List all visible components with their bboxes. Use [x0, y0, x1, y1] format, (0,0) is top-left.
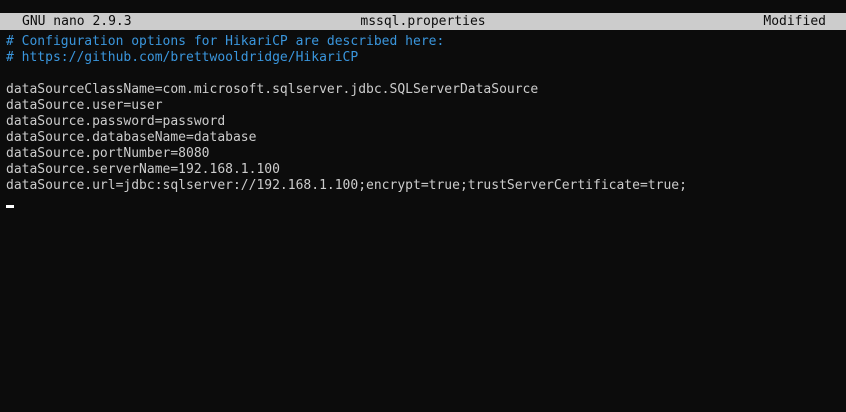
editor-line[interactable]: dataSource.databaseName=database [6, 130, 846, 146]
editor-line-comment[interactable]: # Configuration options for HikariCP are… [6, 34, 846, 50]
filename: mssql.properties [360, 14, 486, 29]
editor-line[interactable]: dataSource.serverName=192.168.1.100 [6, 162, 846, 178]
nano-title-bar: GNU nano 2.9.3 mssql.properties Modified [0, 13, 846, 30]
editor-line[interactable]: dataSource.url=jdbc:sqlserver://192.168.… [6, 178, 846, 194]
modified-status: Modified [763, 14, 826, 29]
editor-line[interactable]: dataSource.password=password [6, 114, 846, 130]
editor-line[interactable]: dataSource.user=user [6, 98, 846, 114]
editor-line-blank[interactable] [6, 66, 846, 82]
editor-area[interactable]: # Configuration options for HikariCP are… [6, 34, 846, 208]
editor-line[interactable]: dataSourceClassName=com.microsoft.sqlser… [6, 82, 846, 98]
editor-line-comment[interactable]: # https://github.com/brettwooldridge/Hik… [6, 50, 846, 66]
text-cursor [6, 205, 14, 208]
editor-line[interactable]: dataSource.portNumber=8080 [6, 146, 846, 162]
